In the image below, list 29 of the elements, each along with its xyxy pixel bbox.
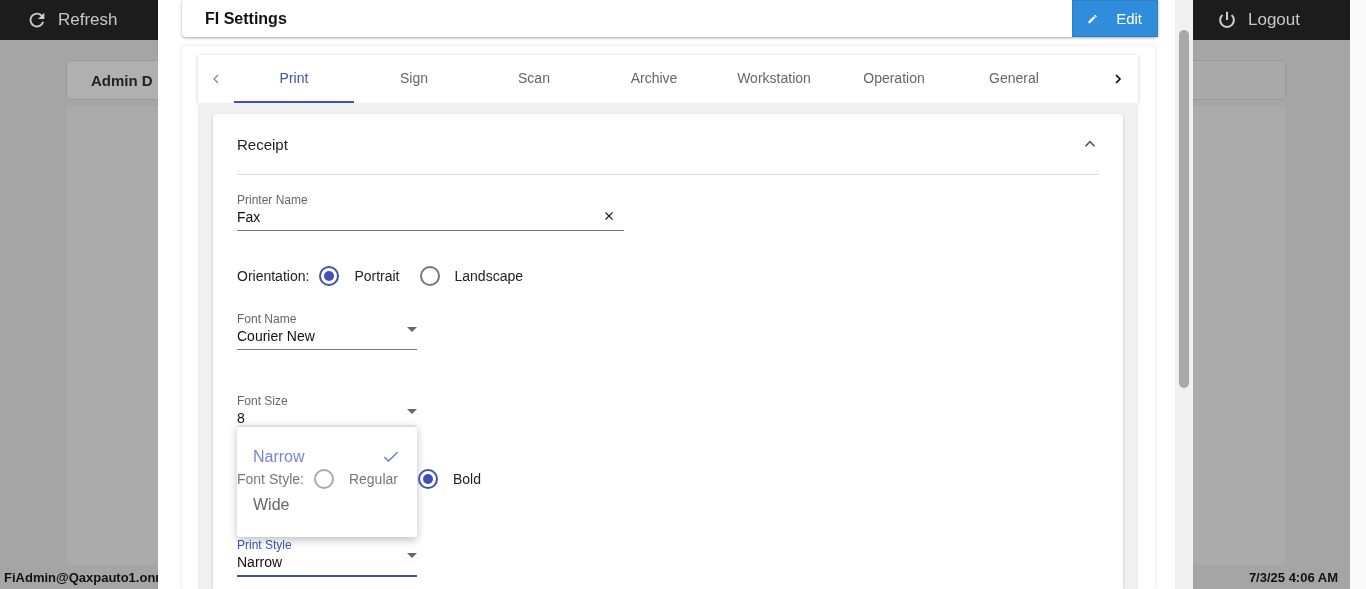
radio-option[interactable]: Bold [417,469,481,489]
orientation-label: Orientation: [237,268,310,284]
radio-option[interactable]: Regular [313,469,398,489]
refresh-button[interactable]: Refresh [26,9,118,31]
radio-option[interactable]: Landscape [419,266,523,286]
section-title: Receipt [237,135,288,153]
logout-button[interactable]: Logout [1216,9,1300,31]
tab[interactable]: Scan [474,55,594,103]
caret-icon [407,409,417,414]
user-name: FiAdmin@Qaxpauto1.onr [4,569,161,585]
font-style-label: Font Style: [237,471,304,487]
caret-icon [407,327,417,332]
power-icon [1216,9,1238,31]
tab[interactable]: General [954,55,1074,103]
scrollbar[interactable] [1175,0,1193,589]
tab[interactable]: Operation [834,55,954,103]
radio-option[interactable]: Portrait [319,266,400,286]
tab[interactable]: Sign [354,55,474,103]
menu-item[interactable]: Wide [237,495,417,515]
printer-name-field[interactable]: Printer Name Fax [237,193,624,231]
scrollbar[interactable] [1350,0,1366,589]
tab[interactable]: Workstation [714,55,834,103]
font-name-select[interactable]: Font Name Courier New [237,312,417,350]
caret-icon [407,553,417,558]
edit-button[interactable]: Edit [1072,0,1158,37]
print-style-select[interactable]: Print Style Narrow [237,538,417,577]
date-time: 7/3/25 4:06 AM [1248,569,1338,585]
tab[interactable]: Archive [594,55,714,103]
dialog-title: FI Settings [204,9,287,28]
